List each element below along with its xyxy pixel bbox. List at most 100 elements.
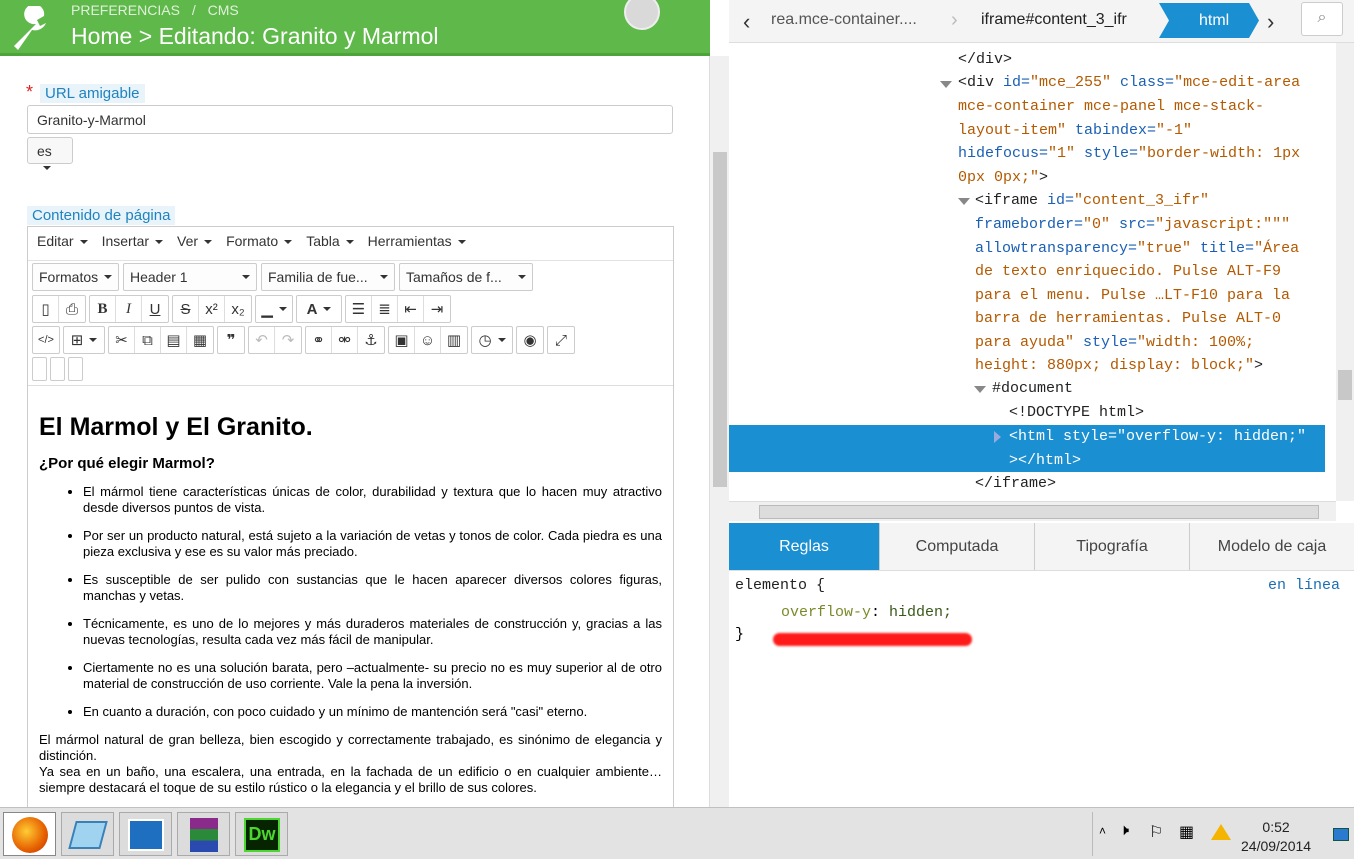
- menu-ver[interactable]: Ver: [177, 233, 213, 260]
- google-drive-icon[interactable]: [1211, 824, 1231, 840]
- dom-line[interactable]: <iframe id="content_3_ifr": [975, 189, 1209, 213]
- show-desktop-icon[interactable]: [1333, 828, 1349, 841]
- rule-declaration[interactable]: overflow-y: hidden;: [781, 604, 952, 621]
- show-hidden-icons-icon[interactable]: ˄: [1099, 824, 1106, 838]
- action-center-flag-icon[interactable]: ⚐: [1149, 822, 1163, 842]
- collapse-arrow-icon[interactable]: [940, 81, 952, 88]
- print-icon[interactable]: ⎙: [59, 296, 85, 322]
- crumb-iframe[interactable]: iframe#content_3_ifr: [981, 11, 1127, 29]
- dom-line[interactable]: para el menu. Pulse …LT-F10 para la: [975, 284, 1290, 308]
- background-color-button[interactable]: ▁: [256, 296, 292, 322]
- text-color-button[interactable]: A: [297, 296, 341, 322]
- dom-line[interactable]: #document: [992, 377, 1073, 401]
- dom-line[interactable]: </iframe>: [975, 472, 1056, 496]
- rule-source-link[interactable]: en línea: [1268, 577, 1340, 594]
- unlink-icon[interactable]: ⚮: [332, 327, 358, 353]
- winrar-icon[interactable]: [177, 812, 230, 856]
- block-format-select[interactable]: Header 1: [123, 263, 257, 291]
- dom-line[interactable]: <div id="mce_255" class="mce-edit-area: [958, 71, 1300, 95]
- tab-tipografia[interactable]: Tipografía: [1035, 523, 1190, 570]
- superscript-button[interactable]: x²: [199, 296, 225, 322]
- crumb-cms[interactable]: CMS: [208, 2, 239, 18]
- dom-line[interactable]: frameborder="0" src="javascript:""": [975, 213, 1290, 237]
- cut-icon[interactable]: ✂: [109, 327, 135, 353]
- subscript-button[interactable]: x₂: [225, 296, 251, 322]
- dom-line[interactable]: 0px 0px;">: [958, 166, 1048, 190]
- emoticon-icon[interactable]: ☺: [415, 327, 441, 353]
- formats-select[interactable]: Formatos: [32, 263, 119, 291]
- fullscreen-icon[interactable]: ⤢: [548, 327, 574, 353]
- dom-line[interactable]: height: 880px; display: block;">: [975, 354, 1263, 378]
- empty-tool-button[interactable]: [68, 357, 83, 381]
- url-input[interactable]: Granito-y-Marmol: [27, 105, 673, 134]
- scrollbar-thumb[interactable]: [713, 152, 727, 487]
- bullet-list-icon[interactable]: ☰: [346, 296, 372, 322]
- undo-icon[interactable]: ↶: [249, 327, 275, 353]
- dom-line[interactable]: barra de herramientas. Pulse ALT-0: [975, 307, 1281, 331]
- collapse-arrow-icon[interactable]: [958, 198, 970, 205]
- paste-text-icon[interactable]: ▦: [187, 327, 213, 353]
- redo-icon[interactable]: ↷: [275, 327, 301, 353]
- table-icon[interactable]: ⊞: [64, 327, 104, 353]
- bold-button[interactable]: B: [90, 296, 116, 322]
- empty-tool-button[interactable]: [50, 357, 65, 381]
- menu-editar[interactable]: Editar: [37, 233, 88, 260]
- image-icon[interactable]: ▣: [389, 327, 415, 353]
- dom-line[interactable]: </div>: [958, 48, 1012, 72]
- tab-reglas[interactable]: Reglas: [729, 523, 880, 570]
- link-icon[interactable]: ⚭: [306, 327, 332, 353]
- dom-line[interactable]: para ayuda" style="width: 100%;: [975, 331, 1254, 355]
- new-document-icon[interactable]: ▯: [33, 296, 59, 322]
- blockquote-button[interactable]: ❞: [218, 327, 244, 353]
- editor-content[interactable]: El Marmol y El Granito. ¿Por qué elegir …: [28, 385, 673, 807]
- indent-icon[interactable]: ⇥: [424, 296, 450, 322]
- insert-time-icon[interactable]: ◷: [472, 327, 512, 353]
- dom-line[interactable]: hidefocus="1" style="border-width: 1px: [958, 142, 1300, 166]
- strikethrough-button[interactable]: S: [173, 296, 199, 322]
- media-icon[interactable]: ▥: [441, 327, 467, 353]
- dom-line[interactable]: allowtransparency="true" title="Área: [975, 237, 1299, 261]
- underline-button[interactable]: U: [142, 296, 168, 322]
- menu-formato[interactable]: Formato: [226, 233, 293, 260]
- copy-icon[interactable]: ⧉: [135, 327, 161, 353]
- tab-computada[interactable]: Computada: [880, 523, 1035, 570]
- dom-line[interactable]: de texto enriquecido. Pulse ALT-F9: [975, 260, 1281, 284]
- control-panel-icon[interactable]: [119, 812, 172, 856]
- collapse-arrow-icon[interactable]: [974, 386, 986, 393]
- menu-tabla[interactable]: Tabla: [306, 233, 354, 260]
- notepad-icon[interactable]: [61, 812, 114, 856]
- menu-insertar[interactable]: Insertar: [102, 233, 164, 260]
- chevron-right-icon[interactable]: ›: [1267, 9, 1274, 35]
- paste-icon[interactable]: ▤: [161, 327, 187, 353]
- menu-herramientas[interactable]: Herramientas: [368, 233, 466, 260]
- numbered-list-icon[interactable]: ≣: [372, 296, 398, 322]
- dom-scrollbar[interactable]: [1336, 43, 1354, 501]
- italic-button[interactable]: I: [116, 296, 142, 322]
- tab-modelo-de-caja[interactable]: Modelo de caja: [1190, 523, 1354, 570]
- dom-line[interactable]: layout-item" tabindex="-1": [958, 119, 1192, 143]
- dom-line[interactable]: mce-container mce-panel mce-stack-: [958, 95, 1264, 119]
- volume-icon[interactable]: 🕨: [1119, 822, 1129, 840]
- empty-tool-button[interactable]: [32, 357, 47, 381]
- clock[interactable]: 0:52 24/09/2014: [1241, 818, 1311, 856]
- language-select[interactable]: es: [27, 137, 73, 171]
- crumb-mce-container[interactable]: rea.mce-container....: [771, 11, 917, 29]
- dom-horizontal-scrollbar[interactable]: [729, 501, 1336, 521]
- avatar[interactable]: [624, 0, 660, 30]
- search-icon[interactable]: ⌕: [1301, 2, 1343, 36]
- crumb-preferences[interactable]: PREFERENCIAS: [71, 2, 180, 18]
- source-code-button[interactable]: </>: [33, 327, 59, 353]
- chevron-left-icon[interactable]: ‹: [743, 9, 750, 35]
- scrollbar-thumb[interactable]: [759, 505, 1319, 519]
- anchor-icon[interactable]: ⚓: [358, 327, 384, 353]
- page-scrollbar[interactable]: [709, 56, 729, 807]
- dom-line[interactable]: <!DOCTYPE html>: [1009, 401, 1144, 425]
- crumb-html[interactable]: html: [1159, 3, 1259, 38]
- scrollbar-thumb[interactable]: [1338, 370, 1352, 400]
- outdent-icon[interactable]: ⇤: [398, 296, 424, 322]
- network-icon[interactable]: ▦: [1179, 822, 1194, 842]
- font-size-select[interactable]: Tamaños de f...: [399, 263, 533, 291]
- firefox-icon[interactable]: [3, 812, 56, 856]
- dreamweaver-icon[interactable]: Dw: [235, 812, 288, 856]
- preview-icon[interactable]: ◉: [517, 327, 543, 353]
